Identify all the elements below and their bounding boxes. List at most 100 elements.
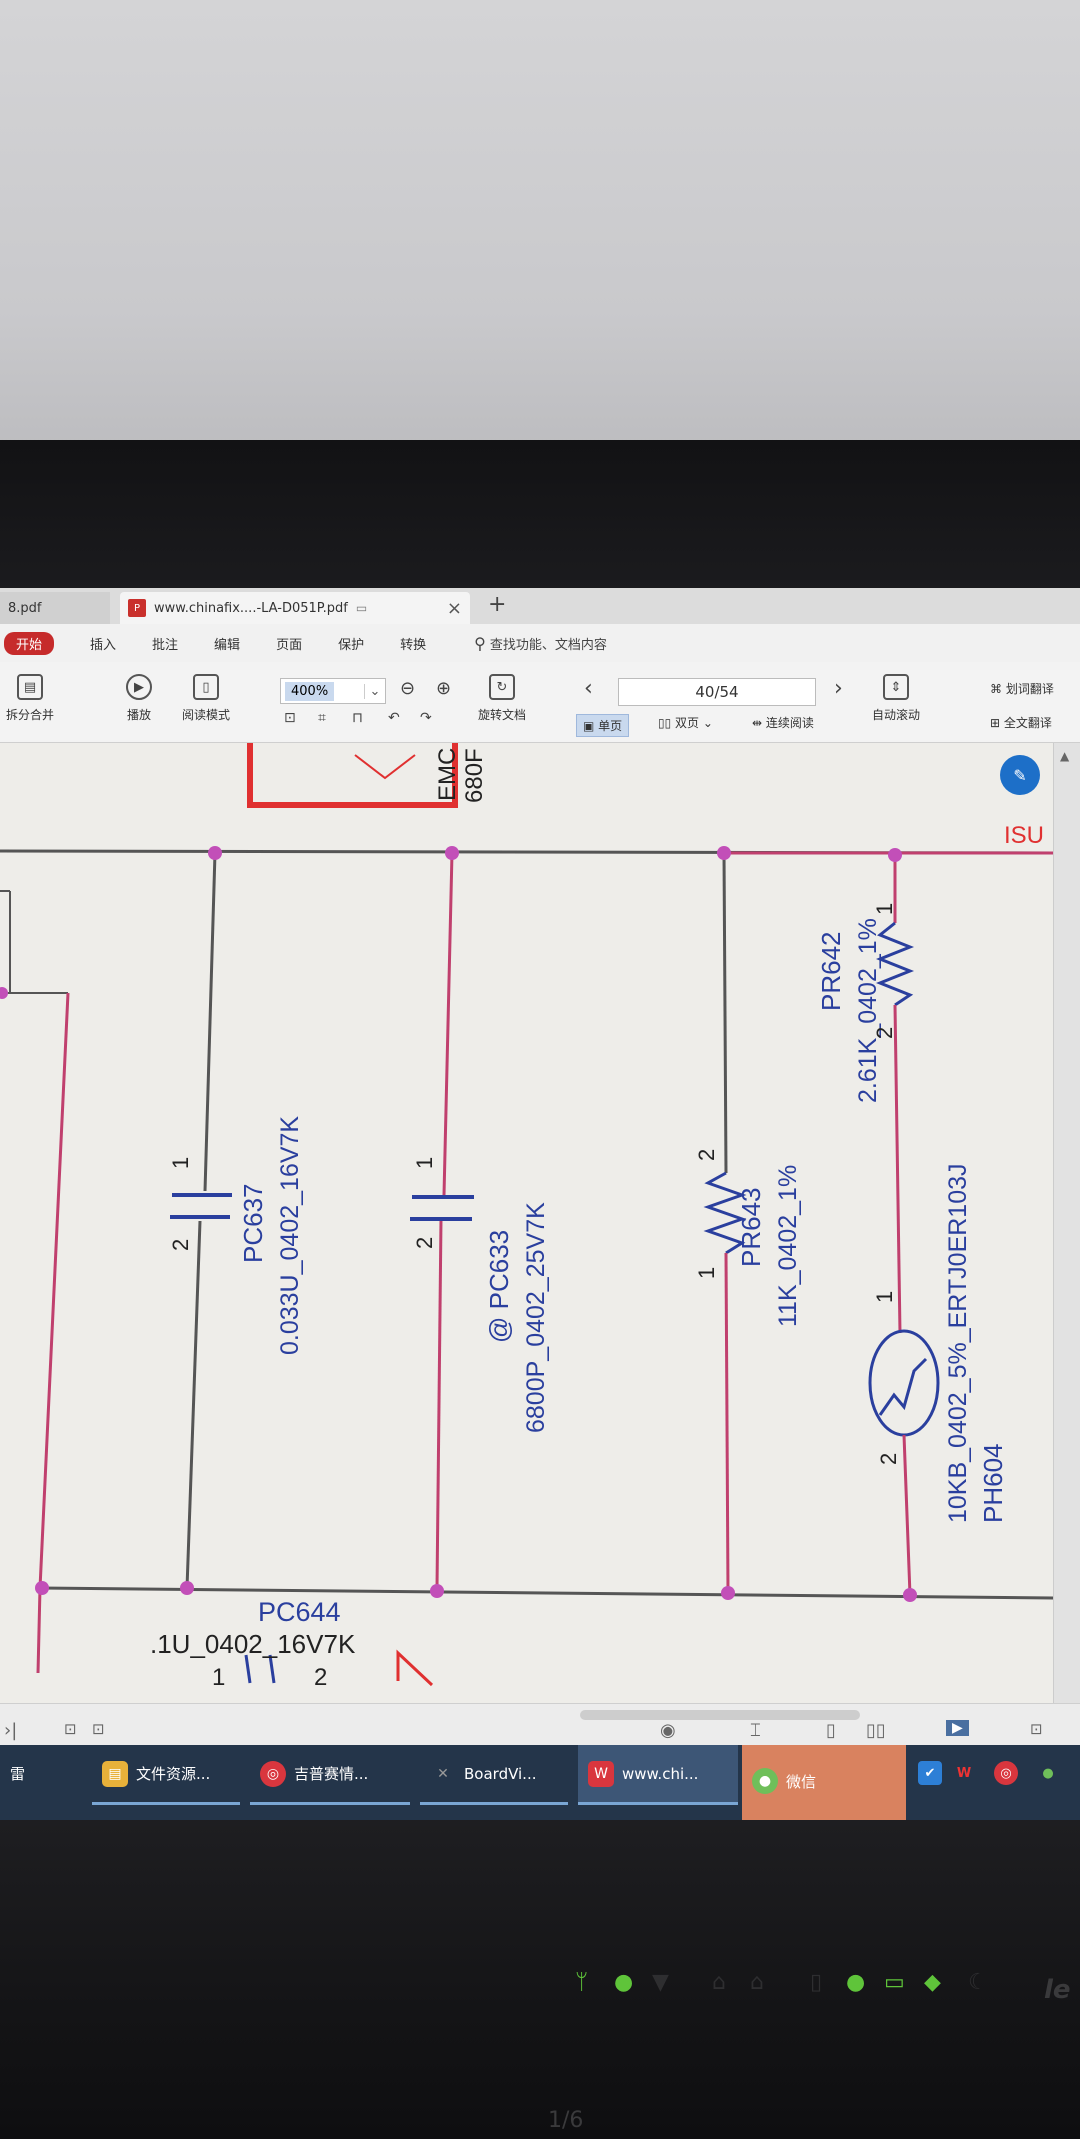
junction-dot: [180, 1581, 194, 1595]
tab-previous-document[interactable]: 8.pdf: [0, 592, 110, 624]
disk-led-icon: ▯: [810, 1970, 823, 1995]
double-page-button[interactable]: ▯▯ 双页 ⌄: [658, 714, 713, 731]
taskbar-item-wechat[interactable]: ● 微信: [742, 1745, 906, 1820]
pr642-pin1: 1: [872, 903, 897, 915]
pc633-ref: @ PC633: [484, 1230, 514, 1343]
rotate-left-icon[interactable]: ↶: [388, 710, 400, 726]
ph604-pin1: 1: [872, 1291, 897, 1303]
pc633-pin1: 1: [412, 1157, 437, 1169]
zoom-in-icon[interactable]: ⊕: [436, 678, 451, 699]
menu-page[interactable]: 页面: [276, 634, 302, 653]
rotate-document-icon: ↻: [489, 674, 515, 700]
menu-annotate[interactable]: 批注: [152, 634, 178, 653]
page-number-input[interactable]: 40/54: [618, 678, 816, 706]
continuous-read-label: 连续阅读: [765, 716, 814, 730]
search-box[interactable]: ⚲ 查找功能、文档内容: [474, 634, 607, 653]
pc633-value: 6800P_0402_25V7K: [522, 1202, 550, 1433]
fit-width-status-icon[interactable]: ⌶: [750, 1720, 761, 1741]
split-merge-label: 拆分合并: [6, 708, 55, 722]
menu-insert[interactable]: 插入: [90, 634, 116, 653]
power-led-icon: ●: [846, 1970, 866, 1995]
background-wall: [0, 0, 1080, 445]
single-page-button[interactable]: ▣ 单页: [576, 714, 630, 737]
pc637-value: 0.033U_0402_16V7K: [276, 1116, 304, 1355]
taskbar-item-file-explorer[interactable]: ▤ 文件资源...: [92, 1745, 240, 1805]
search-icon: ⚲: [474, 633, 486, 653]
tray-music-icon[interactable]: ◎: [994, 1761, 1018, 1785]
read-mode-button[interactable]: ▯ 阅读模式: [182, 674, 230, 723]
read-mode-label: 阅读模式: [182, 708, 231, 722]
lock-led-icon: ⌂: [712, 1970, 726, 1995]
pc637-wire-bottom: [185, 1220, 202, 1589]
menu-edit[interactable]: 编辑: [214, 634, 240, 653]
vertical-scrollbar[interactable]: ▲: [1053, 743, 1080, 1703]
play-status-icon[interactable]: ▶: [946, 1720, 969, 1736]
wifi-led-icon: ᛘ: [575, 1970, 589, 1995]
tray-wps-icon[interactable]: W: [952, 1761, 976, 1785]
pc644-pin1: 1: [212, 1664, 225, 1691]
rotate-document-button[interactable]: ↻ 旋转文档: [478, 674, 526, 723]
junction-dot: [0, 987, 8, 999]
pr643-pin1: 1: [694, 1267, 719, 1279]
schematic-drawing: EMC 680F ISU 1 2 PC637 0.033U_0402_16V7K…: [0, 743, 1053, 1691]
menu-start[interactable]: 开始: [4, 631, 55, 655]
taskbar-item-thunder[interactable]: 雷: [0, 1745, 80, 1805]
pr643-pin2: 2: [694, 1149, 719, 1161]
pc637-ref: PC637: [238, 1184, 268, 1264]
zoom-out-icon[interactable]: ⊖: [400, 678, 415, 699]
first-page-icon[interactable]: ⊡: [64, 1720, 77, 1738]
new-tab-icon[interactable]: +: [488, 592, 506, 617]
fit-width-icon[interactable]: ⊓: [352, 710, 363, 726]
last-page-icon[interactable]: ⊡: [92, 1720, 105, 1738]
document-view[interactable]: EMC 680F ISU 1 2 PC637 0.033U_0402_16V7K…: [0, 743, 1053, 1703]
menu-bar: 开始 插入 批注 编辑 页面 保护 转换 ⚲ 查找功能、文档内容: [0, 624, 1080, 662]
previous-page-icon[interactable]: ‹: [584, 676, 593, 701]
continuous-read-button[interactable]: ⇹ 连续阅读: [752, 714, 814, 731]
taskbar-item-music[interactable]: ◎ 吉普赛情...: [250, 1745, 410, 1805]
scroll-up-icon[interactable]: ▲: [1060, 749, 1069, 763]
highlight-box-triangle: [354, 754, 416, 780]
tab-active-document[interactable]: P www.chinafix....-LA-D051P.pdf ▭ ×: [120, 592, 470, 624]
single-page-status-icon[interactable]: ▯: [826, 1720, 836, 1741]
pc644-pin2: 2: [314, 1664, 327, 1691]
ph604-ref: PH604: [978, 1444, 1008, 1524]
play-label: 播放: [126, 708, 151, 722]
auto-scroll-button[interactable]: ⇕ 自动滚动: [872, 674, 920, 723]
play-icon: ▶: [126, 674, 152, 700]
actual-size-icon[interactable]: ⊡: [284, 710, 296, 726]
next-page-icon[interactable]: ›: [834, 676, 843, 701]
double-page-status-icon[interactable]: ▯▯: [866, 1720, 886, 1741]
menu-protect[interactable]: 保护: [338, 634, 364, 653]
pr643-ref: PR643: [736, 1188, 766, 1268]
tray-app-icon[interactable]: ✔: [918, 1761, 942, 1785]
word-translate-button[interactable]: ⌘ 划词翻译: [990, 680, 1054, 697]
play-button[interactable]: ▶ 播放: [126, 674, 152, 723]
zoom-value: 400%: [285, 681, 335, 701]
assistant-icon[interactable]: ✎: [1000, 755, 1040, 795]
horizontal-scrollbar-thumb[interactable]: [580, 1710, 860, 1720]
split-merge-button[interactable]: ▤ 拆分合并: [6, 674, 54, 723]
full-translate-button[interactable]: ⊞ 全文翻译: [990, 714, 1052, 731]
eye-icon[interactable]: ◉: [660, 1720, 676, 1741]
zoom-select[interactable]: 400% ⌄: [280, 678, 386, 704]
close-icon[interactable]: ×: [447, 598, 462, 619]
sidebar-toggle-icon[interactable]: ›|: [4, 1720, 17, 1741]
toolbar: ▤ 拆分合并 ▶ 播放 ▯ 阅读模式 400% ⌄ ⊖ ⊕ ⊡ ⌗ ⊓ ↶ ↷ …: [0, 662, 1080, 743]
taskbar-item-pdf-reader[interactable]: W www.chi...: [578, 1745, 738, 1805]
bluetooth-led-icon: ▼: [652, 1970, 669, 1995]
tray-wechat-icon[interactable]: ●: [1036, 1761, 1060, 1785]
windows-taskbar: 雷 ▤ 文件资源... ◎ 吉普赛情... ✕ BoardVi... W www…: [0, 1745, 1080, 1820]
wps-pdf-icon: W: [588, 1760, 614, 1787]
fit-page-icon[interactable]: ⌗: [318, 710, 326, 726]
activity-led-icon: ●: [614, 1970, 634, 1995]
taskbar-item-boardviewer[interactable]: ✕ BoardVi...: [420, 1745, 568, 1805]
pc644-value: .1U_0402_16V7K: [150, 1629, 356, 1659]
emc-value-label: 680F: [461, 748, 488, 803]
zoom-status-icon[interactable]: ⊡: [1030, 1720, 1043, 1738]
menu-convert[interactable]: 转换: [400, 634, 426, 653]
laptop-brand-logo: le: [1044, 1975, 1071, 2005]
pr642-value: 2.61K_0402_1%: [854, 918, 882, 1103]
rotate-right-icon[interactable]: ↷: [420, 710, 432, 726]
chat-icon[interactable]: ▭: [356, 601, 367, 615]
ph604-thermistor-mark: [878, 1357, 928, 1416]
